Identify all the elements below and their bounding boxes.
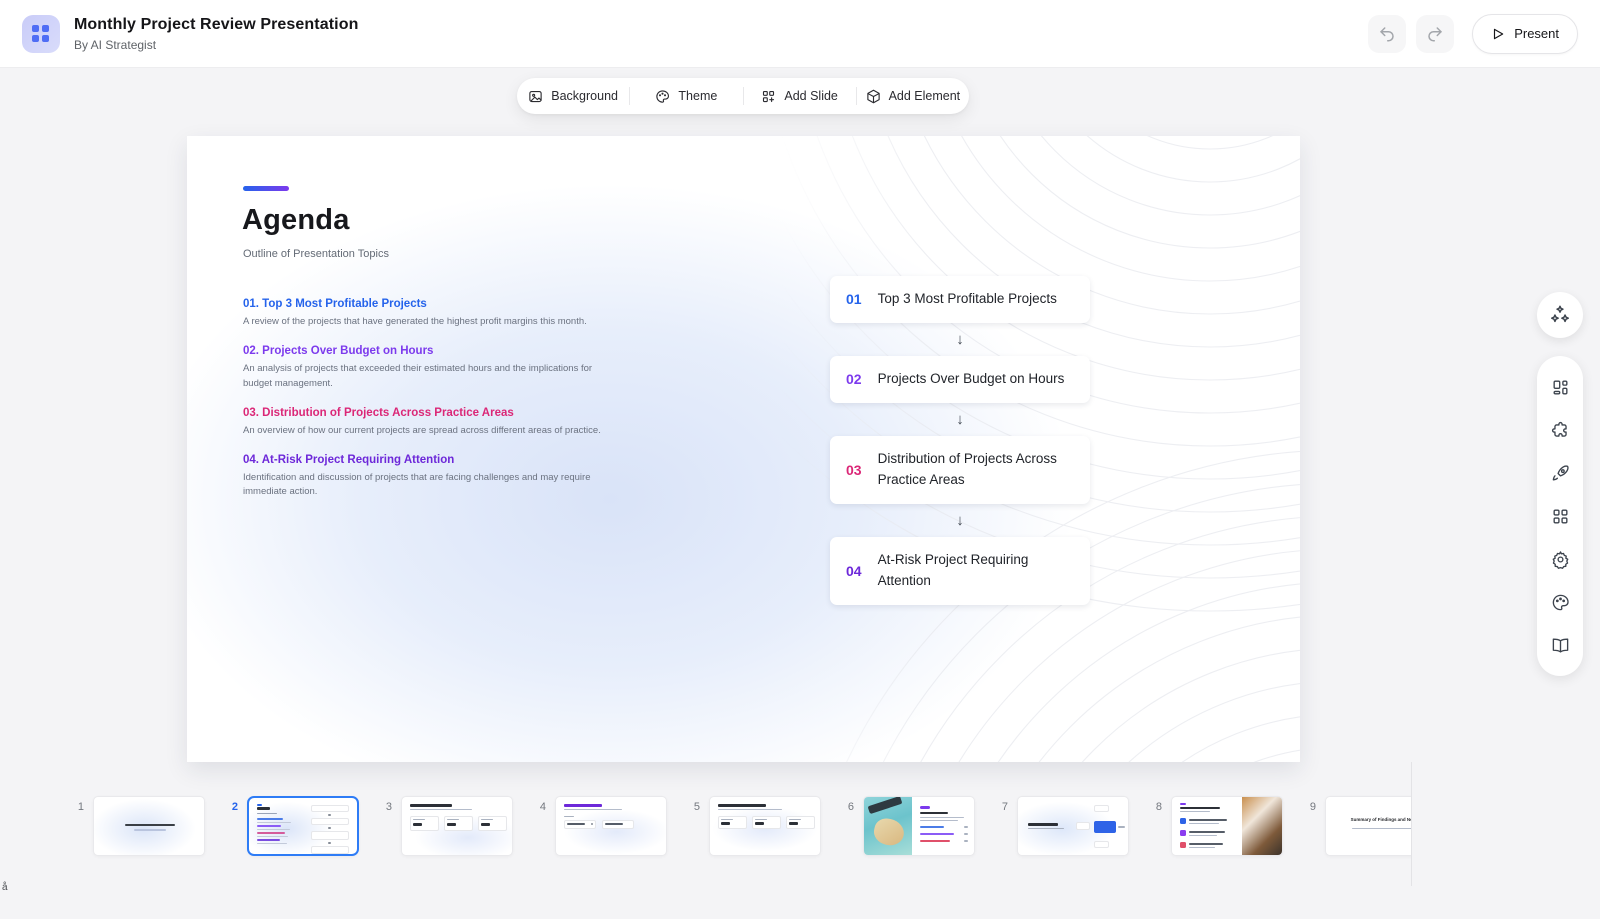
agenda-item-label[interactable]: 02. Projects Over Budget on Hours: [243, 345, 611, 357]
slide-thumbnail-8[interactable]: [1171, 796, 1283, 856]
agenda-item-description[interactable]: Identification and discussion of project…: [243, 471, 611, 500]
thumbnail-number: 8: [1148, 801, 1162, 813]
slide-thumbnail-6[interactable]: [863, 796, 975, 856]
thumbnail-number: 9: [1302, 801, 1316, 813]
theme-palette-icon: [655, 89, 670, 104]
agenda-item-3[interactable]: 03. Distribution of Projects Across Prac…: [243, 407, 611, 438]
thumbnail-number: 2: [224, 801, 238, 813]
book-icon: [1551, 636, 1570, 655]
slide-thumbnail-3[interactable]: [401, 796, 513, 856]
agenda-item-label[interactable]: 01. Top 3 Most Profitable Projects: [243, 298, 611, 310]
undo-icon: [1378, 25, 1396, 43]
slide-canvas[interactable]: Agenda Outline of Presentation Topics 01…: [187, 136, 1300, 762]
agenda-item-description[interactable]: An overview of how our current projects …: [243, 424, 611, 438]
background-image-icon: [528, 89, 543, 104]
launch-button[interactable]: [1544, 457, 1576, 489]
slide-toolbar: Background Theme Add Slide Add Element: [517, 78, 969, 114]
sparkles-icon: [1549, 304, 1571, 326]
thumbnail-number: 7: [994, 801, 1008, 813]
settings-gear-icon: [1551, 550, 1570, 569]
thumbnail-number: 3: [378, 801, 392, 813]
agenda-flow-diagram: 01 Top 3 Most Profitable Projects ↓ 02 P…: [830, 276, 1090, 605]
thumbnail-number: 1: [70, 801, 84, 813]
flow-step-1[interactable]: 01 Top 3 Most Profitable Projects: [830, 276, 1090, 323]
thumbnail-number: 4: [532, 801, 546, 813]
agenda-item-label[interactable]: 04. At-Risk Project Requiring Attention: [243, 454, 611, 466]
title-accent-bar: [243, 186, 289, 191]
library-button[interactable]: [1544, 629, 1576, 661]
add-element-button[interactable]: Add Element: [857, 78, 969, 114]
flow-step-number: 02: [846, 371, 862, 387]
document-byline: By AI Strategist: [74, 38, 358, 52]
apps-grid-button[interactable]: [1544, 500, 1576, 532]
add-slide-button[interactable]: Add Slide: [744, 78, 856, 114]
redo-icon: [1426, 25, 1444, 43]
slide-title[interactable]: Agenda: [242, 204, 350, 237]
slide-thumbnail-4[interactable]: [555, 796, 667, 856]
flow-step-4[interactable]: 04 At-Risk Project Requiring Attention: [830, 537, 1090, 605]
agenda-item-description[interactable]: A review of the projects that have gener…: [243, 315, 611, 329]
slide-thumbnail-1[interactable]: [93, 796, 205, 856]
undo-button[interactable]: [1368, 15, 1406, 53]
add-element-button-label: Add Element: [889, 89, 961, 103]
down-arrow-icon: ↓: [830, 504, 1090, 537]
agenda-item-label[interactable]: 03. Distribution of Projects Across Prac…: [243, 407, 611, 419]
document-title[interactable]: Monthly Project Review Presentation: [74, 16, 358, 34]
settings-button[interactable]: [1544, 543, 1576, 575]
agenda-item-4[interactable]: 04. At-Risk Project Requiring Attention …: [243, 454, 611, 500]
thumbnail-strip-divider: [1411, 762, 1412, 886]
background-button[interactable]: Background: [517, 78, 629, 114]
theme-button-label: Theme: [678, 89, 717, 103]
plugins-button[interactable]: [1544, 414, 1576, 446]
thumbnail-title: Summary of Findings and Next Steps: [1351, 817, 1412, 822]
agenda-item-description[interactable]: An analysis of projects that exceeded th…: [243, 362, 611, 391]
down-arrow-icon: ↓: [830, 323, 1090, 356]
slide-thumbnail-5[interactable]: [709, 796, 821, 856]
rocket-icon: [1551, 464, 1570, 483]
flow-step-label: Projects Over Budget on Hours: [878, 369, 1065, 390]
slide-subtitle[interactable]: Outline of Presentation Topics: [243, 248, 389, 260]
slide-thumbnail-9[interactable]: Summary of Findings and Next Steps: [1325, 796, 1412, 856]
flow-step-number: 03: [846, 462, 862, 478]
flow-step-number: 01: [846, 291, 862, 307]
present-button[interactable]: Present: [1472, 14, 1578, 54]
agenda-list: 01. Top 3 Most Profitable Projects A rev…: [243, 298, 611, 516]
present-button-label: Present: [1514, 26, 1559, 41]
add-element-cube-icon: [866, 89, 881, 104]
app-logo-icon[interactable]: [22, 15, 60, 53]
palette-icon: [1551, 593, 1570, 612]
flow-step-3[interactable]: 03 Distribution of Projects Across Pract…: [830, 436, 1090, 504]
puzzle-icon: [1551, 421, 1570, 440]
play-icon: [1491, 27, 1505, 41]
down-arrow-icon: ↓: [830, 403, 1090, 436]
agenda-item-1[interactable]: 01. Top 3 Most Profitable Projects A rev…: [243, 298, 611, 329]
slide-thumbnail-strip: 1 2: [0, 762, 1412, 892]
flow-step-label: Distribution of Projects Across Practice…: [878, 449, 1074, 491]
thumbnail-number: 5: [686, 801, 700, 813]
apps-grid-icon: [1551, 507, 1570, 526]
theme-button[interactable]: Theme: [630, 78, 742, 114]
agenda-item-2[interactable]: 02. Projects Over Budget on Hours An ana…: [243, 345, 611, 391]
add-slide-button-label: Add Slide: [784, 89, 838, 103]
stray-character: å: [2, 882, 8, 893]
thumbnail-number: 6: [840, 801, 854, 813]
thumbnail-photo: [1242, 797, 1282, 855]
flow-step-2[interactable]: 02 Projects Over Budget on Hours: [830, 356, 1090, 403]
slide-thumbnail-7[interactable]: [1017, 796, 1129, 856]
theme-palette-button[interactable]: [1544, 586, 1576, 618]
ai-assistant-button[interactable]: [1537, 292, 1583, 338]
app-header: Monthly Project Review Presentation By A…: [0, 0, 1600, 68]
layout-dashboard-button[interactable]: [1544, 371, 1576, 403]
flow-step-number: 04: [846, 563, 862, 579]
background-button-label: Background: [551, 89, 618, 103]
flow-step-label: At-Risk Project Requiring Attention: [878, 550, 1074, 592]
thumbnail-photo: [864, 797, 912, 855]
layout-dashboard-icon: [1551, 378, 1570, 397]
slide-thumbnail-2[interactable]: [247, 796, 359, 856]
add-slide-icon: [761, 89, 776, 104]
flow-step-label: Top 3 Most Profitable Projects: [878, 289, 1057, 310]
redo-button[interactable]: [1416, 15, 1454, 53]
right-tool-rail: [1537, 356, 1583, 676]
